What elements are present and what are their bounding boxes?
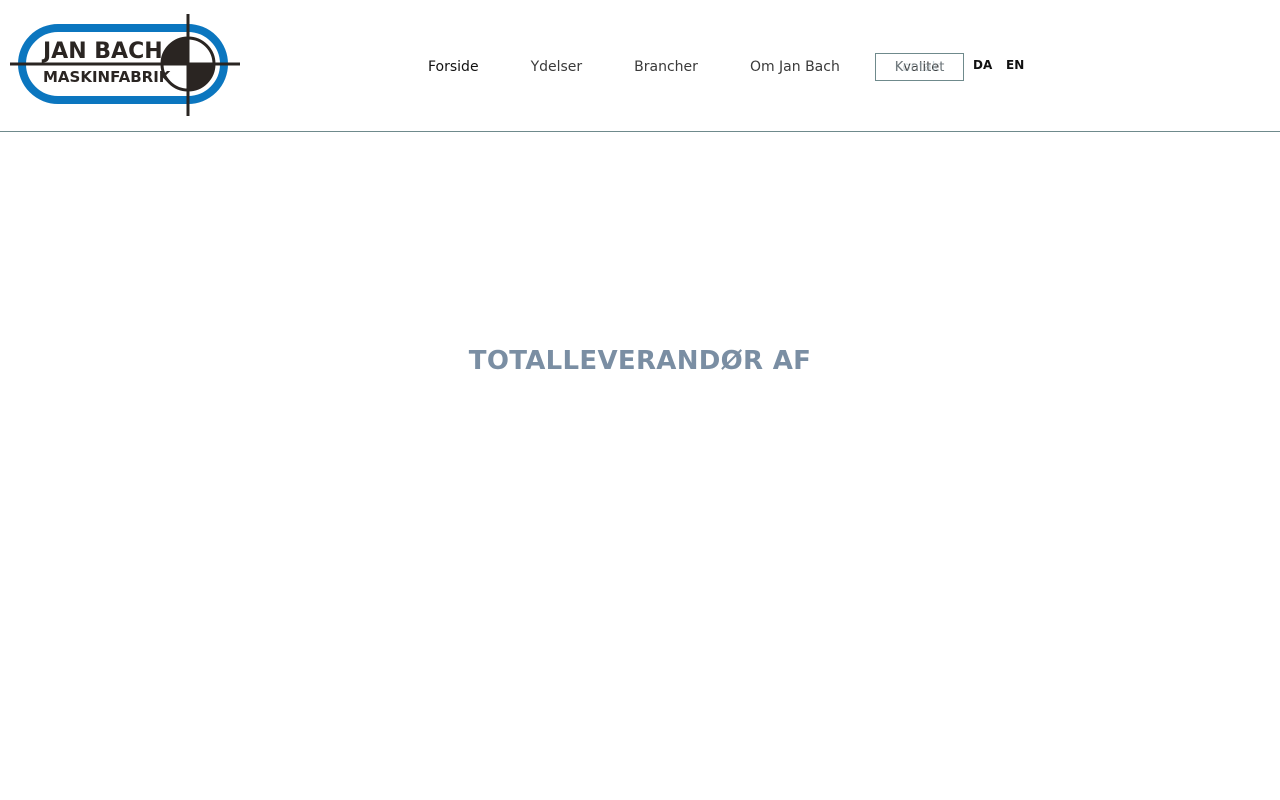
brand-logo[interactable]: JAN BACH MASKINFABRIK bbox=[10, 14, 240, 116]
logo-line2: MASKINFABRIK bbox=[43, 68, 172, 86]
nav-item-ydelser[interactable]: Ydelser bbox=[531, 59, 583, 75]
language-en[interactable]: EN bbox=[1006, 58, 1024, 72]
site-header: JAN BACH MASKINFABRIK Forside Ydelser Br… bbox=[0, 0, 1280, 132]
nav-item-forside[interactable]: Forside bbox=[428, 59, 479, 75]
nav-item-brancher[interactable]: Brancher bbox=[634, 59, 698, 75]
nav-item-kvalitet-boxed[interactable]: Kvalitet Kontakt bbox=[875, 53, 964, 81]
nav-box-label: Kvalitet bbox=[894, 59, 945, 75]
language-da[interactable]: DA bbox=[973, 58, 992, 72]
logo-line1: JAN BACH bbox=[41, 39, 163, 64]
nav-item-om-jan-bach[interactable]: Om Jan Bach bbox=[750, 59, 840, 75]
logo-graphic: JAN BACH MASKINFABRIK bbox=[10, 14, 240, 116]
main-nav: Forside Ydelser Brancher Om Jan Bach bbox=[402, 53, 866, 81]
hero-title: TOTALLEVERANDØR AF bbox=[468, 346, 812, 376]
